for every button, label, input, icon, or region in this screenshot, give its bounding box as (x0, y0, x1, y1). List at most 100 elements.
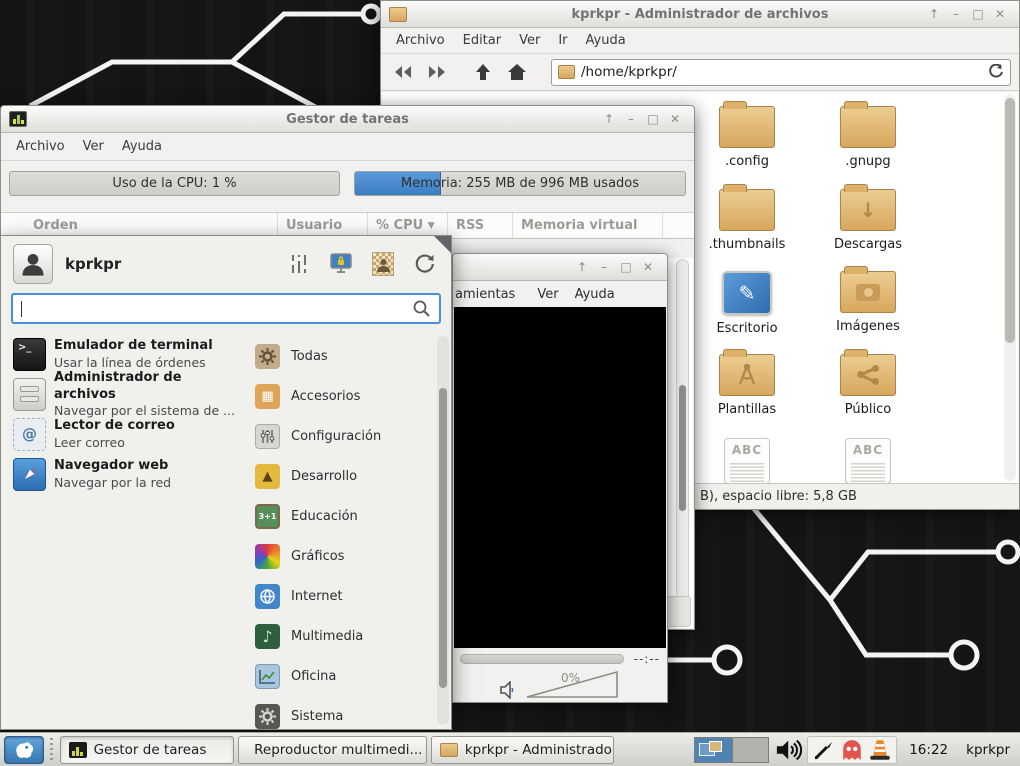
app-item-mail[interactable]: @ Lector de correo Leer correo (1, 414, 241, 454)
scrollbar-thumb[interactable] (439, 388, 447, 688)
menu-ayuda[interactable]: Ayuda (113, 136, 171, 157)
file-item-document-1[interactable]: ABC (691, 438, 803, 483)
file-item-document-2[interactable]: ABC (812, 438, 924, 483)
app-item-terminal[interactable]: >_ Emulador de terminal Usar la línea de… (1, 334, 241, 374)
category-todas[interactable]: Todas (241, 336, 439, 376)
close-button[interactable]: ✕ (989, 7, 1011, 21)
logout-button[interactable] (411, 251, 439, 277)
maximize-button[interactable]: □ (615, 260, 637, 274)
category-sistema[interactable]: Sistema (241, 696, 439, 736)
menu-ir[interactable]: Ir (549, 30, 576, 51)
clock[interactable]: 16:22 (909, 742, 948, 758)
cpu-usage-bar: Uso de la CPU: 1 % (9, 171, 340, 196)
resize-grip[interactable] (665, 596, 691, 627)
stylus-tray-icon[interactable] (813, 739, 835, 761)
column-rss[interactable]: RSS (448, 213, 513, 238)
avatar[interactable] (13, 244, 53, 284)
reload-icon[interactable] (988, 64, 1004, 80)
taskbar-item-file-manager[interactable]: kprkpr - Administrador ... (431, 736, 614, 764)
taskbar-username: kprkpr (966, 742, 1010, 758)
up-button[interactable] (469, 59, 497, 85)
menu-ayuda[interactable]: Ayuda (577, 30, 635, 51)
app-item-web-browser[interactable]: Navegador web Navegar por la red (1, 454, 241, 494)
search-box[interactable] (11, 293, 441, 324)
applications-menu-button[interactable] (4, 736, 44, 764)
desktop-root: { "colors": { "accent_blue": "#4a90d9", … (0, 0, 1020, 766)
maximize-button[interactable]: □ (967, 7, 989, 21)
settings-button[interactable] (285, 251, 313, 277)
category-label: Internet (291, 589, 343, 604)
file-item-thumbnails[interactable]: .thumbnails (691, 189, 803, 252)
panel-handle[interactable] (50, 738, 53, 762)
category-desarrollo[interactable]: ▲ Desarrollo (241, 456, 439, 496)
ghost-tray-icon[interactable] (841, 739, 863, 761)
close-button[interactable]: ✕ (664, 112, 686, 126)
category-graficos[interactable]: Gráficos (241, 536, 439, 576)
workspace-1-active[interactable] (695, 738, 732, 762)
menu-ver[interactable]: Ver (510, 30, 549, 51)
menu-herramientas-clipped[interactable]: amientas (453, 284, 523, 305)
task-manager-scrollbar[interactable] (676, 259, 689, 615)
back-icon (393, 65, 413, 79)
path-bar[interactable]: /home/kprkpr/ (551, 59, 1011, 86)
file-item-gnupg[interactable]: .gnupg (812, 106, 924, 169)
taskbar-item-task-manager[interactable]: Gestor de tareas (60, 736, 235, 764)
category-label: Sistema (291, 709, 343, 724)
taskbar-item-media-player[interactable]: Reproductor multimedi... (238, 736, 427, 764)
category-educacion[interactable]: 3+1 Educación (241, 496, 439, 536)
category-oficina[interactable]: Oficina (241, 656, 439, 696)
app-item-file-manager[interactable]: Administrador de archivos Navegar por el… (1, 374, 241, 414)
category-internet[interactable]: Internet (241, 576, 439, 616)
menu-editar[interactable]: Editar (454, 30, 511, 51)
volume-tray-icon[interactable] (775, 738, 803, 762)
whisker-scrollbar[interactable] (437, 336, 449, 725)
back-button[interactable] (389, 59, 417, 85)
file-manager-scrollbar[interactable] (1004, 94, 1016, 481)
seek-slider[interactable] (460, 654, 624, 664)
pencil-emblem: ✎ (739, 281, 756, 305)
menu-ver[interactable]: Ver (529, 284, 566, 305)
category-multimedia[interactable]: ♪ Multimedia (241, 616, 439, 656)
minimize-button[interactable]: – (945, 7, 967, 21)
vlc-tray-icon[interactable] (869, 739, 891, 761)
forward-button[interactable] (423, 59, 451, 85)
menu-ayuda[interactable]: Ayuda (567, 284, 623, 305)
category-label: Oficina (291, 669, 336, 684)
category-label: Multimedia (291, 629, 363, 644)
path-text[interactable]: /home/kprkpr/ (581, 64, 982, 80)
file-item-config[interactable]: .config (691, 106, 803, 169)
menu-archivo[interactable]: Archivo (387, 30, 454, 51)
scrollbar-thumb[interactable] (679, 385, 686, 511)
column-memoria-virtual[interactable]: Memoria virtual (513, 213, 663, 238)
video-area[interactable] (454, 307, 666, 648)
minimize-button[interactable]: – (620, 112, 642, 126)
close-button[interactable]: ✕ (637, 260, 659, 274)
shade-button[interactable]: ↑ (598, 112, 620, 126)
file-item-imagenes[interactable]: Imágenes (812, 271, 924, 334)
file-item-descargas[interactable]: ↓ Descargas (812, 189, 924, 252)
restart-icon (414, 253, 436, 275)
shade-button[interactable]: ↑ (923, 7, 945, 21)
workspace-switcher[interactable] (694, 737, 769, 763)
menu-archivo[interactable]: Archivo (7, 136, 74, 157)
file-manager-titlebar[interactable]: kprkpr - Administrador de archivos ↑ – □… (381, 1, 1019, 28)
media-player-titlebar[interactable]: ↑ – □ ✕ (453, 254, 667, 281)
task-manager-titlebar[interactable]: Gestor de tareas ↑ – □ ✕ (1, 106, 694, 133)
task-manager-window-icon (9, 111, 27, 127)
category-label: Configuración (291, 429, 381, 444)
workspace-2[interactable] (732, 738, 768, 762)
switch-user-button[interactable] (369, 251, 397, 277)
menu-ver[interactable]: Ver (74, 136, 113, 157)
scrollbar-thumb[interactable] (1005, 98, 1015, 343)
maximize-button[interactable]: □ (642, 112, 664, 126)
home-button[interactable] (503, 59, 531, 85)
task-manager-menubar: Archivo Ver Ayuda (1, 133, 694, 161)
lock-screen-button[interactable] (327, 251, 355, 277)
category-accesorios[interactable]: ▦ Accesorios (241, 376, 439, 416)
category-configuracion[interactable]: Configuración (241, 416, 439, 456)
file-item-escritorio[interactable]: ✎ Escritorio (691, 271, 803, 336)
file-item-plantillas[interactable]: Plantillas (691, 354, 803, 417)
shade-button[interactable]: ↑ (571, 260, 593, 274)
file-item-publico[interactable]: Público (812, 354, 924, 417)
minimize-button[interactable]: – (593, 260, 615, 274)
